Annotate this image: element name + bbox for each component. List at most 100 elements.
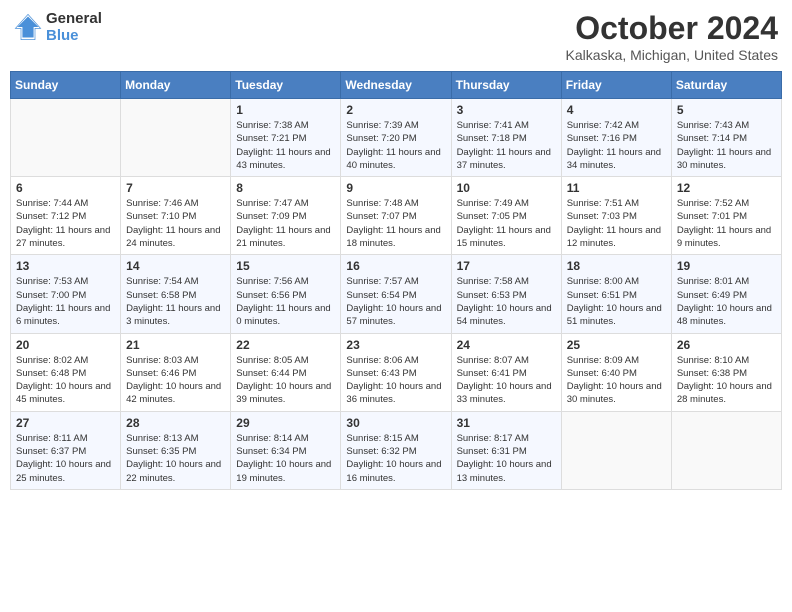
day-number: 1: [236, 103, 335, 117]
day-number: 15: [236, 259, 335, 273]
day-number: 6: [16, 181, 115, 195]
calendar-empty-cell: [561, 411, 671, 489]
day-info: Sunrise: 7:52 AMSunset: 7:01 PMDaylight:…: [677, 197, 776, 250]
calendar-day-3: 3 Sunrise: 7:41 AMSunset: 7:18 PMDaylight…: [451, 99, 561, 177]
day-number: 14: [126, 259, 225, 273]
day-info: Sunrise: 8:05 AMSunset: 6:44 PMDaylight:…: [236, 354, 335, 407]
day-number: 17: [457, 259, 556, 273]
day-number: 2: [346, 103, 445, 117]
calendar-day-18: 18Sunrise: 8:00 AMSunset: 6:51 PMDayligh…: [561, 255, 671, 333]
day-info: Sunrise: 8:13 AMSunset: 6:35 PMDaylight:…: [126, 432, 225, 485]
day-number: 23: [346, 338, 445, 352]
weekday-header-row: SundayMondayTuesdayWednesdayThursdayFrid…: [11, 72, 782, 99]
day-info: Sunrise: 7:51 AMSunset: 7:03 PMDaylight:…: [567, 197, 666, 250]
day-number: 10: [457, 181, 556, 195]
title-block: October 2024 Kalkaska, Michigan, United …: [566, 10, 778, 63]
day-info: Sunrise: 7:43 AMSunset: 7:14 PMDaylight:…: [677, 119, 776, 172]
day-info: Sunrise: 8:01 AMSunset: 6:49 PMDaylight:…: [677, 275, 776, 328]
day-number: 30: [346, 416, 445, 430]
day-number: 22: [236, 338, 335, 352]
day-info: Sunrise: 8:11 AMSunset: 6:37 PMDaylight:…: [16, 432, 115, 485]
month-title: October 2024: [566, 10, 778, 47]
day-number: 12: [677, 181, 776, 195]
day-number: 20: [16, 338, 115, 352]
day-number: 28: [126, 416, 225, 430]
day-info: Sunrise: 7:41 AMSunset: 7:18 PMDaylight:…: [457, 119, 556, 172]
day-number: 5: [677, 103, 776, 117]
calendar-empty-cell: [671, 411, 781, 489]
day-number: 11: [567, 181, 666, 195]
day-info: Sunrise: 7:46 AMSunset: 7:10 PMDaylight:…: [126, 197, 225, 250]
day-info: Sunrise: 8:06 AMSunset: 6:43 PMDaylight:…: [346, 354, 445, 407]
day-info: Sunrise: 7:47 AMSunset: 7:09 PMDaylight:…: [236, 197, 335, 250]
day-info: Sunrise: 7:56 AMSunset: 6:56 PMDaylight:…: [236, 275, 335, 328]
day-info: Sunrise: 7:54 AMSunset: 6:58 PMDaylight:…: [126, 275, 225, 328]
calendar-table: SundayMondayTuesdayWednesdayThursdayFrid…: [10, 71, 782, 490]
logo: General Blue: [14, 10, 102, 44]
day-info: Sunrise: 7:57 AMSunset: 6:54 PMDaylight:…: [346, 275, 445, 328]
day-info: Sunrise: 8:07 AMSunset: 6:41 PMDaylight:…: [457, 354, 556, 407]
calendar-day-6: 6 Sunrise: 7:44 AMSunset: 7:12 PMDaylight…: [11, 177, 121, 255]
calendar-week-row: 27 Sunrise: 8:11 AMSunset: 6:37 PMDayligh…: [11, 411, 782, 489]
calendar-day-9: 9Sunrise: 7:48 AMSunset: 7:07 PMDaylight…: [341, 177, 451, 255]
day-number: 7: [126, 181, 225, 195]
calendar-day-1: 1 Sunrise: 7:38 AMSunset: 7:21 PMDaylight…: [231, 99, 341, 177]
day-number: 31: [457, 416, 556, 430]
day-info: Sunrise: 7:38 AMSunset: 7:21 PMDaylight:…: [236, 119, 335, 172]
calendar-day-27: 27 Sunrise: 8:11 AMSunset: 6:37 PMDayligh…: [11, 411, 121, 489]
calendar-day-22: 22 Sunrise: 8:05 AMSunset: 6:44 PMDayligh…: [231, 333, 341, 411]
weekday-header-thursday: Thursday: [451, 72, 561, 99]
day-info: Sunrise: 7:53 AMSunset: 7:00 PMDaylight:…: [16, 275, 115, 328]
calendar-day-30: 30 Sunrise: 8:15 AMSunset: 6:32 PMDayligh…: [341, 411, 451, 489]
calendar-day-12: 12 Sunrise: 7:52 AMSunset: 7:01 PMDayligh…: [671, 177, 781, 255]
calendar-day-24: 24Sunrise: 8:07 AMSunset: 6:41 PMDayligh…: [451, 333, 561, 411]
calendar-day-23: 23 Sunrise: 8:06 AMSunset: 6:43 PMDayligh…: [341, 333, 451, 411]
calendar-empty-cell: [11, 99, 121, 177]
day-number: 18: [567, 259, 666, 273]
weekday-header-wednesday: Wednesday: [341, 72, 451, 99]
day-number: 8: [236, 181, 335, 195]
location: Kalkaska, Michigan, United States: [566, 47, 778, 63]
day-number: 25: [567, 338, 666, 352]
calendar-day-17: 17 Sunrise: 7:58 AMSunset: 6:53 PMDayligh…: [451, 255, 561, 333]
calendar-week-row: 13Sunrise: 7:53 AMSunset: 7:00 PMDayligh…: [11, 255, 782, 333]
day-number: 19: [677, 259, 776, 273]
logo-icon: [14, 13, 42, 41]
logo-text: General Blue: [46, 10, 102, 44]
day-info: Sunrise: 7:42 AMSunset: 7:16 PMDaylight:…: [567, 119, 666, 172]
day-info: Sunrise: 7:44 AMSunset: 7:12 PMDaylight:…: [16, 197, 115, 250]
calendar-day-25: 25 Sunrise: 8:09 AMSunset: 6:40 PMDayligh…: [561, 333, 671, 411]
calendar-day-2: 2Sunrise: 7:39 AMSunset: 7:20 PMDaylight…: [341, 99, 451, 177]
day-info: Sunrise: 8:14 AMSunset: 6:34 PMDaylight:…: [236, 432, 335, 485]
day-info: Sunrise: 8:17 AMSunset: 6:31 PMDaylight:…: [457, 432, 556, 485]
day-number: 16: [346, 259, 445, 273]
calendar-day-31: 31 Sunrise: 8:17 AMSunset: 6:31 PMDayligh…: [451, 411, 561, 489]
weekday-header-tuesday: Tuesday: [231, 72, 341, 99]
day-number: 21: [126, 338, 225, 352]
calendar-day-28: 28 Sunrise: 8:13 AMSunset: 6:35 PMDayligh…: [121, 411, 231, 489]
day-info: Sunrise: 7:48 AMSunset: 7:07 PMDaylight:…: [346, 197, 445, 250]
day-number: 29: [236, 416, 335, 430]
calendar-week-row: 1 Sunrise: 7:38 AMSunset: 7:21 PMDaylight…: [11, 99, 782, 177]
weekday-header-friday: Friday: [561, 72, 671, 99]
calendar-day-7: 7 Sunrise: 7:46 AMSunset: 7:10 PMDaylight…: [121, 177, 231, 255]
calendar-day-8: 8 Sunrise: 7:47 AMSunset: 7:09 PMDaylight…: [231, 177, 341, 255]
calendar-day-14: 14 Sunrise: 7:54 AMSunset: 6:58 PMDayligh…: [121, 255, 231, 333]
calendar-day-20: 20Sunrise: 8:02 AMSunset: 6:48 PMDayligh…: [11, 333, 121, 411]
weekday-header-sunday: Sunday: [11, 72, 121, 99]
calendar-empty-cell: [121, 99, 231, 177]
weekday-header-monday: Monday: [121, 72, 231, 99]
day-number: 3: [457, 103, 556, 117]
calendar-day-4: 4Sunrise: 7:42 AMSunset: 7:16 PMDaylight…: [561, 99, 671, 177]
day-info: Sunrise: 7:49 AMSunset: 7:05 PMDaylight:…: [457, 197, 556, 250]
day-info: Sunrise: 8:09 AMSunset: 6:40 PMDaylight:…: [567, 354, 666, 407]
day-info: Sunrise: 7:58 AMSunset: 6:53 PMDaylight:…: [457, 275, 556, 328]
day-info: Sunrise: 8:15 AMSunset: 6:32 PMDaylight:…: [346, 432, 445, 485]
calendar-week-row: 20Sunrise: 8:02 AMSunset: 6:48 PMDayligh…: [11, 333, 782, 411]
calendar-day-13: 13Sunrise: 7:53 AMSunset: 7:00 PMDayligh…: [11, 255, 121, 333]
calendar-day-11: 11 Sunrise: 7:51 AMSunset: 7:03 PMDayligh…: [561, 177, 671, 255]
day-info: Sunrise: 8:10 AMSunset: 6:38 PMDaylight:…: [677, 354, 776, 407]
day-number: 27: [16, 416, 115, 430]
calendar-day-15: 15 Sunrise: 7:56 AMSunset: 6:56 PMDayligh…: [231, 255, 341, 333]
calendar-day-29: 29 Sunrise: 8:14 AMSunset: 6:34 PMDayligh…: [231, 411, 341, 489]
